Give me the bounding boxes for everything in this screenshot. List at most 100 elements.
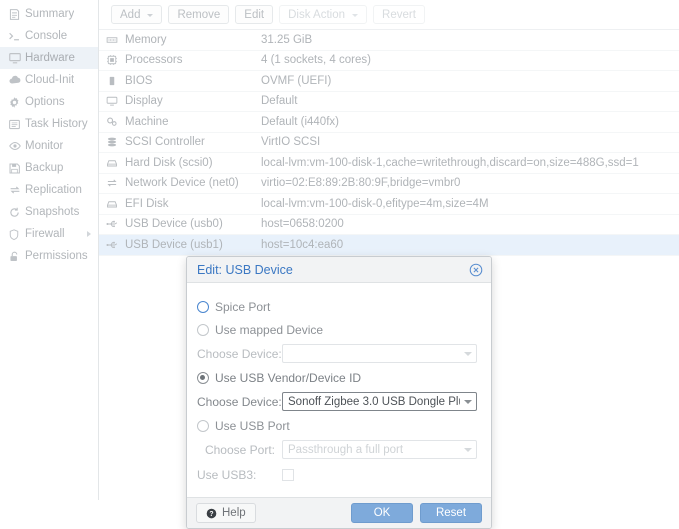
table-row[interactable]: Display Default [99, 92, 679, 112]
sidebar-item-label: Backup [25, 162, 64, 174]
sidebar-item-monitor[interactable]: Monitor [0, 135, 98, 157]
table-cell-value: 31.25 GiB [261, 33, 313, 46]
proxmox-vm-hardware-view: Summary Console Hardware Cloud-Init Opti [0, 0, 679, 529]
table-row[interactable]: Processors 4 (1 sockets, 4 cores) [99, 51, 679, 71]
choose-device-select[interactable]: Sonoff Zigbee 3.0 USB Dongle Plus (10c [282, 392, 477, 411]
sidebar-item-label: Cloud-Init [25, 74, 75, 86]
table-cell-key: EFI Disk [125, 197, 169, 210]
sidebar-item-snapshots[interactable]: Snapshots [0, 201, 98, 223]
table-cell-key: Hard Disk (scsi0) [125, 156, 213, 169]
sidebar-item-label: Summary [25, 8, 75, 20]
use-vendor-device-id-radio[interactable] [197, 371, 209, 384]
choose-device-value: Sonoff Zigbee 3.0 USB Dongle Plus (10c [288, 395, 460, 408]
table-cell-value: VirtIO SCSI [261, 136, 321, 149]
table-row[interactable]: Memory 31.25 GiB [99, 30, 679, 51]
sidebar-item-replication[interactable]: Replication [0, 179, 98, 201]
use-vendor-device-id-option[interactable]: Use USB Vendor/Device ID [197, 366, 477, 389]
spice-port-label: Spice Port [215, 299, 271, 314]
sidebar-item-options[interactable]: Options [0, 91, 98, 113]
table-row[interactable]: EFI Disk local-lvm:vm-100-disk-0,efitype… [99, 194, 679, 215]
sidebar-item-console[interactable]: Console [0, 25, 98, 47]
revert-button: Revert [373, 5, 425, 24]
scsi-icon [99, 136, 125, 148]
table-cell-value: Default (i440fx) [261, 115, 339, 128]
sidebar-item-label: Firewall [25, 228, 65, 240]
replication-icon [8, 183, 25, 197]
table-cell-key: Network Device (net0) [125, 177, 239, 190]
choose-device-mapped-field: Choose Device: [197, 341, 477, 366]
choose-device-mapped-select [282, 344, 477, 363]
hardware-icon [8, 51, 25, 65]
table-cell-value: virtio=02:E8:89:2B:80:9F,bridge=vmbr0 [261, 177, 461, 190]
add-button[interactable]: Add [111, 5, 163, 24]
close-icon[interactable] [469, 263, 483, 277]
use-usb-port-label: Use USB Port [215, 418, 290, 433]
sidebar-item-hardware[interactable]: Hardware [0, 47, 98, 69]
remove-button[interactable]: Remove [168, 5, 230, 24]
sidebar-item-firewall[interactable]: Firewall [0, 223, 98, 245]
table-row[interactable]: Hard Disk (scsi0) local-lvm:vm-100-disk-… [99, 153, 679, 174]
chevron-down-icon [464, 351, 472, 356]
dialog-body: Spice Port Use mapped Device Choose Devi… [187, 283, 491, 497]
table-cell-key: Memory [125, 33, 167, 46]
disk-action-button-label: Disk Action [288, 8, 346, 21]
chevron-right-icon [87, 231, 91, 237]
use-mapped-device-label: Use mapped Device [215, 322, 324, 337]
table-cell-value: OVMF (UEFI) [261, 74, 332, 87]
table-row[interactable]: USB Device (usb1) host=10c4:ea60 [99, 235, 679, 256]
machine-icon [99, 116, 125, 128]
question-mark-icon: ? [206, 508, 217, 518]
display-icon [99, 95, 125, 107]
memory-icon [99, 34, 125, 46]
cpu-icon [99, 54, 125, 66]
gear-icon [8, 96, 25, 109]
spice-port-option[interactable]: Spice Port [197, 295, 477, 318]
sidebar-item-backup[interactable]: Backup [0, 157, 98, 179]
choose-port-label: Choose Port: [204, 442, 275, 457]
ok-button[interactable]: OK [351, 503, 413, 523]
sidebar-item-cloud-init[interactable]: Cloud-Init [0, 69, 98, 91]
table-row[interactable]: BIOS OVMF (UEFI) [99, 71, 679, 92]
network-icon [99, 177, 125, 189]
table-row[interactable]: SCSI Controller VirtIO SCSI [99, 133, 679, 153]
add-button-label: Add [120, 8, 141, 21]
reset-button[interactable]: Reset [420, 503, 482, 523]
edit-button[interactable]: Edit [235, 5, 274, 24]
table-row[interactable]: USB Device (usb0) host=0658:0200 [99, 215, 679, 235]
table-cell-key: USB Device (usb0) [125, 218, 223, 231]
remove-button-label: Remove [177, 8, 221, 21]
sidebar-item-label: Permissions [25, 250, 88, 262]
use-mapped-device-option[interactable]: Use mapped Device [197, 318, 477, 341]
use-usb3-field: Use USB3: [197, 462, 477, 487]
svg-text:?: ? [209, 510, 213, 517]
sidebar-item-label: Console [25, 30, 68, 42]
table-cell-key: USB Device (usb1) [125, 238, 223, 251]
reset-button-label: Reset [435, 507, 467, 519]
task-history-icon [8, 118, 25, 131]
sidebar-item-summary[interactable]: Summary [0, 3, 98, 25]
table-row[interactable]: Machine Default (i440fx) [99, 112, 679, 133]
table-cell-key: Display [125, 95, 163, 108]
help-button[interactable]: ? Help [196, 503, 256, 523]
use-mapped-device-radio[interactable] [197, 323, 209, 336]
use-usb-port-option[interactable]: Use USB Port [197, 414, 477, 437]
table-cell-key: Processors [125, 54, 183, 67]
table-row[interactable]: Network Device (net0) virtio=02:E8:89:2B… [99, 174, 679, 194]
harddisk-icon [99, 198, 125, 210]
sidebar-item-label: Task History [25, 118, 88, 130]
disk-action-button: Disk Action [279, 5, 368, 24]
spice-port-radio[interactable] [197, 300, 209, 313]
chevron-down-icon [464, 447, 472, 452]
usb-icon [99, 218, 125, 230]
sidebar-item-permissions[interactable]: Permissions [0, 245, 98, 267]
choose-device-mapped-label: Choose Device: [197, 346, 282, 361]
table-cell-value: Default [261, 95, 298, 108]
table-cell-value: host=0658:0200 [261, 218, 344, 231]
sidebar-item-task-history[interactable]: Task History [0, 113, 98, 135]
chevron-down-icon [352, 13, 359, 17]
help-button-label: Help [222, 507, 246, 519]
table-cell-value: local-lvm:vm-100-disk-0,efitype=4m,size=… [261, 197, 489, 210]
shield-icon [8, 228, 25, 241]
use-usb-port-radio[interactable] [197, 419, 209, 432]
table-cell-key: Machine [125, 115, 169, 128]
